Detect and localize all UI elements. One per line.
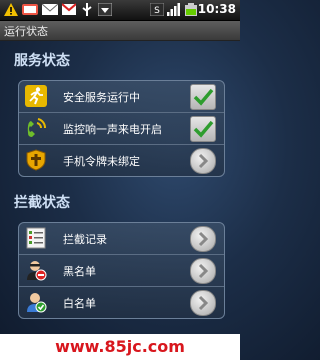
app-title-bar: 运行状态 — [0, 21, 240, 41]
message-icon — [22, 4, 38, 15]
phone-wave-icon — [27, 118, 47, 137]
gmail-icon — [62, 3, 76, 15]
list-item-label: 黑名单 — [63, 265, 96, 278]
list-item-label: 手机令牌未绑定 — [63, 155, 140, 168]
log-list-icon — [26, 227, 46, 249]
token-shield-icon — [26, 149, 46, 171]
list-item-label: 拦截记录 — [63, 233, 107, 246]
list-item-label: 白名单 — [63, 297, 96, 310]
chevron-right-icon — [198, 231, 209, 247]
list-item-whitelist[interactable]: 白名单 — [19, 287, 224, 318]
chevron-right-icon — [198, 153, 209, 169]
list-item-block-log[interactable]: 拦截记录 — [19, 223, 224, 255]
ring-once-monitor-checkbox[interactable] — [190, 116, 216, 142]
whitelist-arrow-button[interactable] — [190, 290, 216, 316]
status-bar: S 10:38 — [0, 0, 240, 21]
signal-icon — [167, 3, 180, 16]
runner-icon — [25, 85, 47, 107]
section-title-block-status: 拦截状态 — [14, 195, 70, 211]
chevron-right-icon — [198, 295, 209, 311]
security-service-checkbox[interactable] — [190, 84, 216, 110]
list-item-label: 监控响一声来电开启 — [63, 123, 162, 136]
blacklist-user-icon — [27, 261, 47, 281]
chevron-right-icon — [198, 263, 209, 279]
app-title: 运行状态 — [4, 25, 48, 38]
list-item-security-service[interactable]: 安全服务运行中 — [19, 81, 224, 113]
list-item-ring-once-monitor[interactable]: 监控响一声来电开启 — [19, 113, 224, 145]
sync-icon: S — [150, 3, 164, 16]
download-icon — [98, 3, 112, 16]
check-icon — [193, 120, 214, 138]
list-item-blacklist[interactable]: 黑名单 — [19, 255, 224, 287]
blacklist-arrow-button[interactable] — [190, 258, 216, 284]
list-item-phone-token[interactable]: 手机令牌未绑定 — [19, 145, 224, 176]
usb-icon — [82, 3, 92, 16]
phone-token-arrow-button[interactable] — [190, 148, 216, 174]
email-icon — [42, 3, 58, 15]
block-log-arrow-button[interactable] — [190, 226, 216, 252]
watermark: www.85jc.com — [0, 334, 240, 360]
warning-icon — [4, 3, 18, 16]
clock: 10:38 — [197, 2, 236, 16]
service-status-list: 安全服务运行中 监控响一声来电开启 手机令牌未绑定 — [18, 80, 225, 177]
battery-icon — [185, 3, 197, 16]
check-icon — [193, 88, 214, 106]
whitelist-user-icon — [27, 293, 47, 313]
section-title-service-status: 服务状态 — [14, 53, 70, 69]
list-item-label: 安全服务运行中 — [63, 91, 140, 104]
block-status-list: 拦截记录 黑名单 白名单 — [18, 222, 225, 319]
svg-text:S: S — [154, 6, 160, 16]
